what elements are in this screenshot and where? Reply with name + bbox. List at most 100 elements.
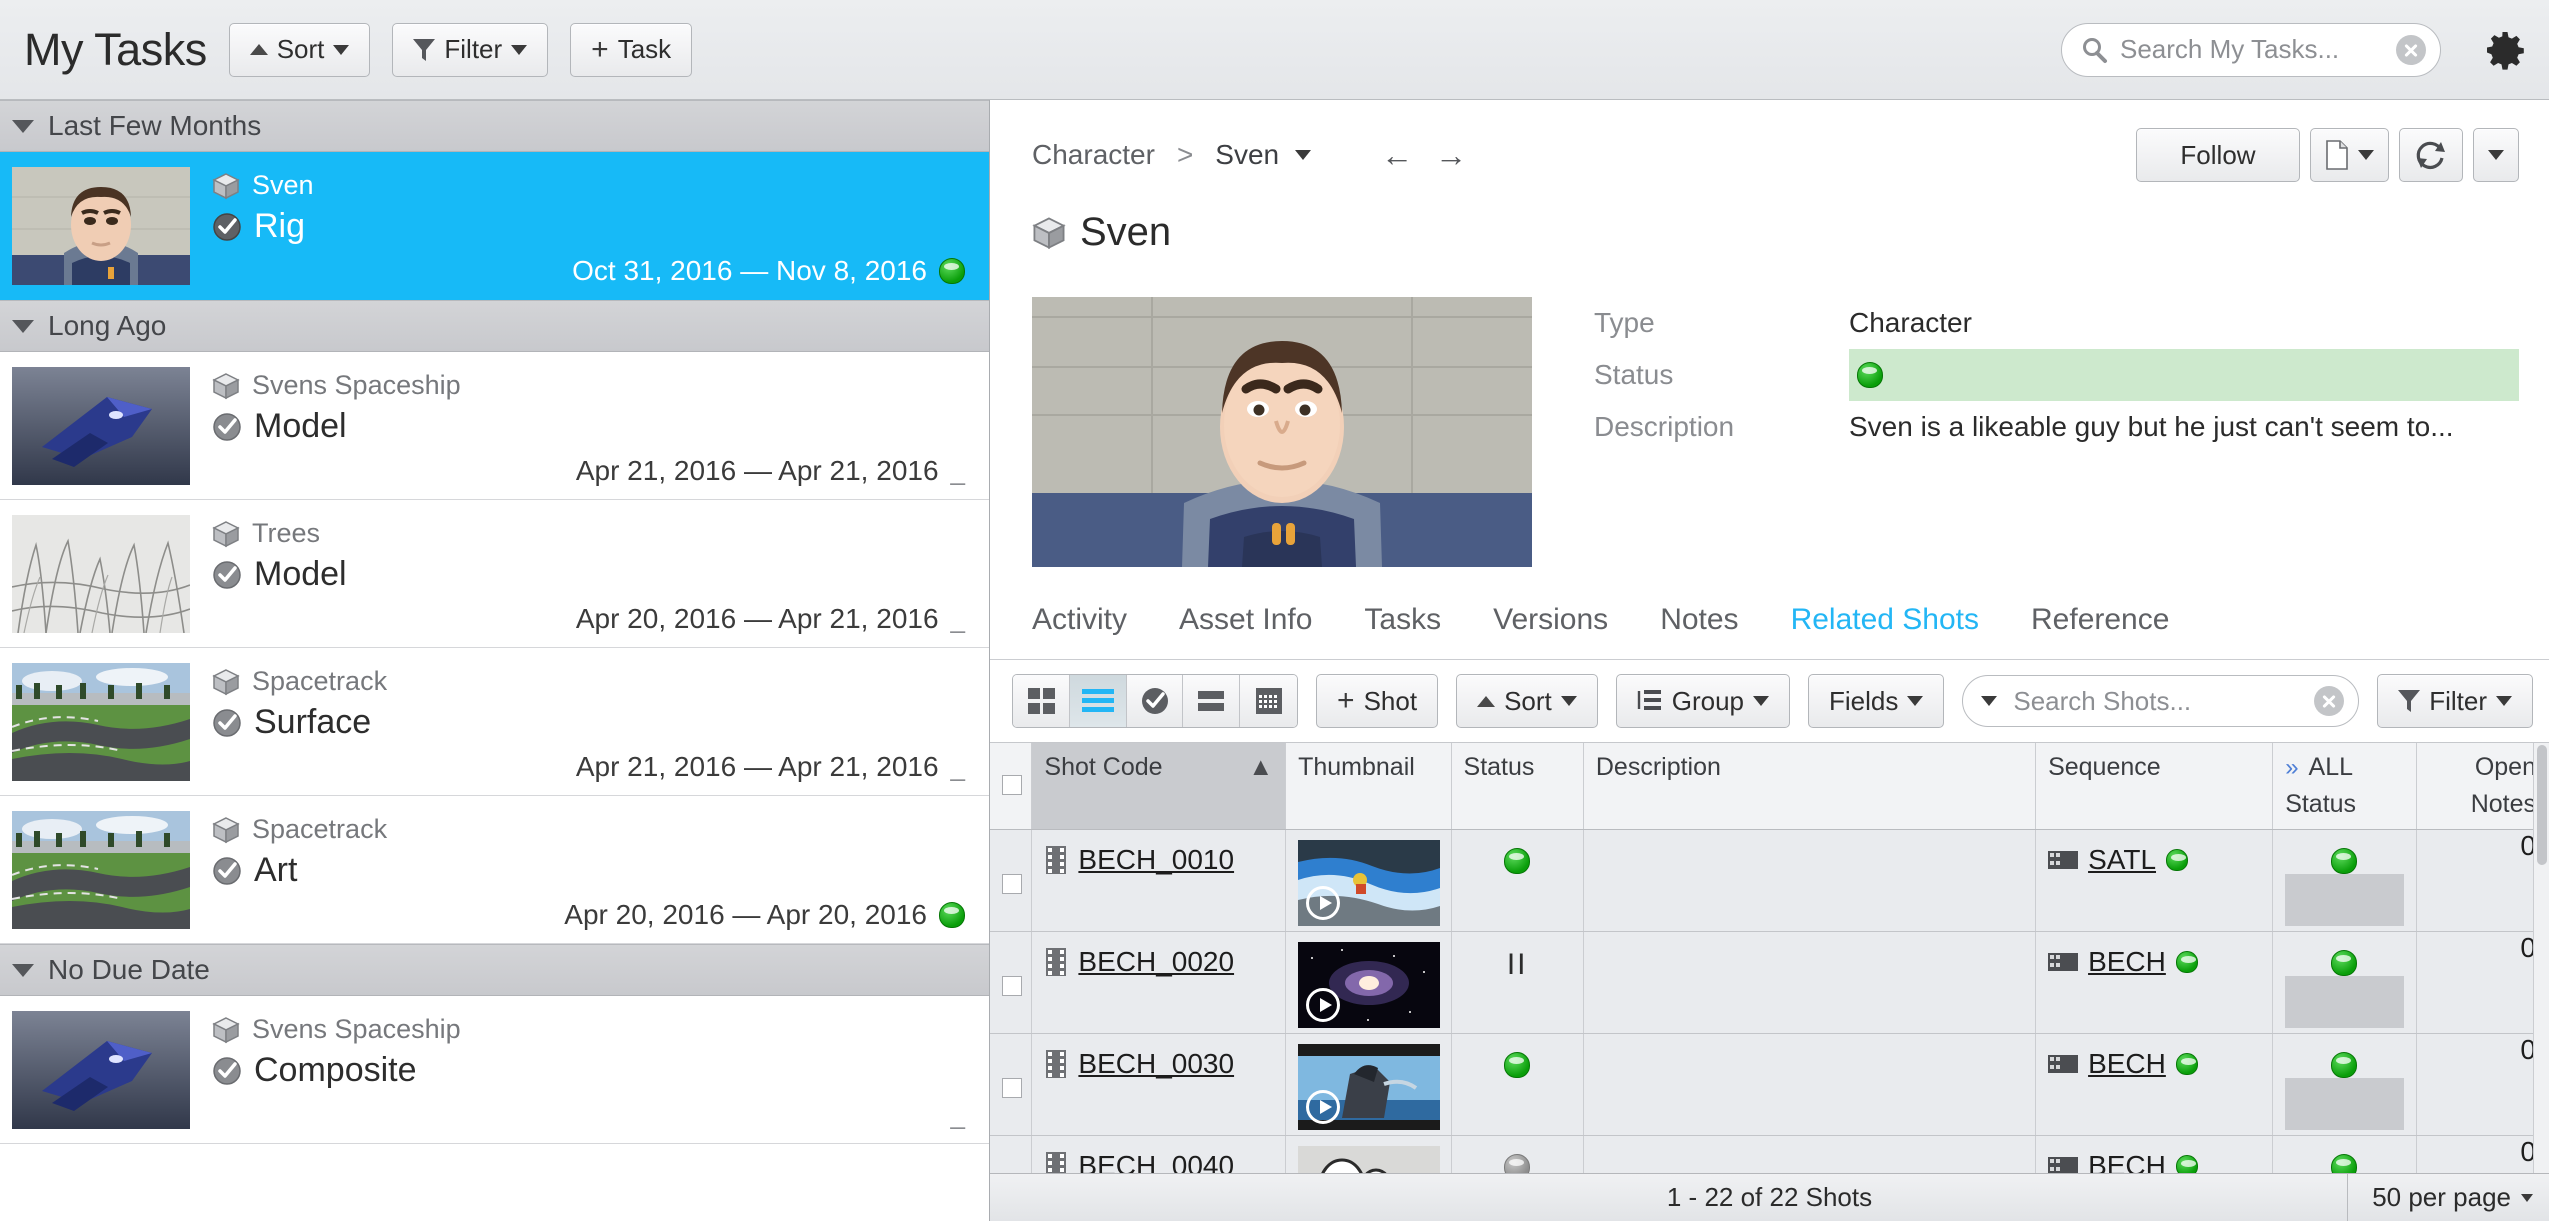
task-group-header-long-ago[interactable]: Long Ago xyxy=(0,300,989,352)
tab-activity[interactable]: Activity xyxy=(1032,603,1153,659)
follow-button[interactable]: Follow xyxy=(2136,128,2300,182)
expand-chevrons-icon[interactable]: » xyxy=(2285,754,2298,781)
task-row[interactable]: Spacetrack Surface Apr 21, 2016 — Apr 21… xyxy=(0,648,989,796)
shot-code-link[interactable]: BECH_0020 xyxy=(1078,946,1234,978)
task-entity-name[interactable]: Trees xyxy=(252,518,320,549)
column-header-all-status[interactable]: » ALL Status xyxy=(2272,743,2417,830)
task-row[interactable]: Sven Rig Oct 31, 2016 — Nov 8, 2016 xyxy=(0,152,989,300)
gear-icon[interactable] xyxy=(2485,30,2525,70)
table-row[interactable]: BECH_0030 BECH 0 xyxy=(990,1033,2549,1136)
task-entity-name[interactable]: Svens Spaceship xyxy=(252,370,461,401)
row-select-cell[interactable] xyxy=(990,829,1033,932)
search-shots-field[interactable]: Search Shots... xyxy=(1962,675,2360,727)
search-input[interactable]: Search My Tasks... xyxy=(2120,34,2384,65)
filter-button[interactable]: Filter xyxy=(392,22,549,77)
task-name[interactable]: Art xyxy=(254,851,297,890)
next-record-arrow-icon[interactable]: → xyxy=(1435,139,1467,171)
breadcrumb-root[interactable]: Character xyxy=(1032,139,1155,171)
task-row[interactable]: Trees Model Apr 20, 2016 — Apr 21, 2016 … xyxy=(0,500,989,648)
cell-open-notes[interactable]: 0 xyxy=(2416,931,2549,1034)
shot-thumbnail[interactable] xyxy=(1298,942,1441,1028)
sort-button[interactable]: Sort xyxy=(228,22,371,77)
table-row[interactable]: BECH_0020 II BECH 0 xyxy=(990,931,2549,1034)
add-task-button[interactable]: + Task xyxy=(570,22,693,77)
task-row[interactable]: Svens Spaceship Model Apr 21, 2016 — Apr… xyxy=(0,352,989,500)
clear-search-icon[interactable] xyxy=(2396,34,2426,65)
task-name[interactable]: Rig xyxy=(254,207,305,246)
shot-code-link[interactable]: BECH_0010 xyxy=(1078,844,1234,876)
cell-all-status[interactable] xyxy=(2272,931,2417,1034)
more-actions-button[interactable] xyxy=(2473,128,2519,182)
shot-thumbnail[interactable] xyxy=(1298,1044,1441,1130)
select-all-checkbox[interactable] xyxy=(1002,775,1022,795)
column-header-sequence[interactable]: Sequence xyxy=(2035,743,2274,830)
search-shots-input[interactable]: Search Shots... xyxy=(2013,686,2302,717)
detail-view-icon[interactable] xyxy=(1183,675,1241,727)
task-view-icon[interactable] xyxy=(1126,675,1184,727)
play-button-icon[interactable] xyxy=(1306,988,1341,1022)
tab-related-shots[interactable]: Related Shots xyxy=(1765,603,2005,659)
entity-thumbnail[interactable] xyxy=(1032,297,1532,567)
task-row[interactable]: Svens Spaceship Composite _ xyxy=(0,996,989,1144)
tab-tasks[interactable]: Tasks xyxy=(1338,603,1467,659)
chevron-down-icon[interactable] xyxy=(1981,696,1998,706)
tab-versions[interactable]: Versions xyxy=(1467,603,1634,659)
sequence-link[interactable]: SATL xyxy=(2088,844,2156,876)
column-header-thumbnail[interactable]: Thumbnail xyxy=(1285,743,1452,830)
column-header-description[interactable]: Description xyxy=(1583,743,2037,830)
per-page-selector[interactable]: 50 per page xyxy=(2347,1174,2533,1221)
cell-sequence[interactable]: BECH xyxy=(2035,931,2274,1034)
table-row[interactable]: BECH_0010 SATL 0 xyxy=(990,829,2549,932)
sequence-link[interactable]: BECH xyxy=(2088,946,2166,978)
search-my-tasks-field[interactable]: Search My Tasks... xyxy=(2061,22,2441,77)
task-entity-name[interactable]: Svens Spaceship xyxy=(252,1014,461,1045)
cell-description[interactable] xyxy=(1583,931,2037,1034)
breadcrumb-current[interactable]: Sven xyxy=(1215,139,1279,171)
cell-status[interactable] xyxy=(1451,829,1584,932)
task-entity-name[interactable]: Sven xyxy=(252,170,314,201)
shot-code-link[interactable]: BECH_0030 xyxy=(1078,1048,1234,1080)
row-select-cell[interactable] xyxy=(990,1033,1033,1136)
task-entity-name[interactable]: Spacetrack xyxy=(252,666,387,697)
shot-thumbnail[interactable] xyxy=(1298,840,1441,926)
cell-all-status[interactable] xyxy=(2272,1033,2417,1136)
field-value-description[interactable]: Sven is a likeable guy but he just can't… xyxy=(1849,411,2519,443)
cell-thumbnail[interactable] xyxy=(1285,931,1452,1034)
select-all-header[interactable] xyxy=(990,743,1033,830)
cell-status[interactable]: II xyxy=(1451,931,1584,1034)
cell-shot-code[interactable]: BECH_0020 xyxy=(1031,931,1287,1034)
shots-sort-button[interactable]: Sort xyxy=(1456,674,1598,728)
shots-group-button[interactable]: Group xyxy=(1615,674,1791,728)
column-header-open-notes[interactable]: Open Notes xyxy=(2416,743,2549,830)
add-shot-button[interactable]: + Shot xyxy=(1316,674,1439,728)
row-checkbox[interactable] xyxy=(1002,976,1022,996)
row-select-cell[interactable] xyxy=(990,931,1033,1034)
tab-reference[interactable]: Reference xyxy=(2005,603,2195,659)
task-name[interactable]: Composite xyxy=(254,1051,417,1090)
cell-status[interactable] xyxy=(1451,1033,1584,1136)
cell-sequence[interactable]: BECH xyxy=(2035,1033,2274,1136)
task-name[interactable]: Model xyxy=(254,407,347,446)
cell-description[interactable] xyxy=(1583,829,2037,932)
refresh-button[interactable] xyxy=(2399,128,2463,182)
previous-record-arrow-icon[interactable]: ← xyxy=(1381,139,1413,171)
cell-sequence[interactable]: SATL xyxy=(2035,829,2274,932)
play-button-icon[interactable] xyxy=(1306,1090,1341,1124)
tab-asset-info[interactable]: Asset Info xyxy=(1153,603,1338,659)
cell-open-notes[interactable]: 0 xyxy=(2416,1033,2549,1136)
clear-search-icon[interactable] xyxy=(2314,686,2345,716)
row-checkbox[interactable] xyxy=(1002,1078,1022,1098)
shots-filter-button[interactable]: Filter xyxy=(2377,674,2533,728)
scrollbar-thumb[interactable] xyxy=(2537,745,2547,865)
cell-open-notes[interactable]: 0 xyxy=(2416,829,2549,932)
task-group-header-no-due-date[interactable]: No Due Date xyxy=(0,944,989,996)
sequence-link[interactable]: BECH xyxy=(2088,1048,2166,1080)
cell-shot-code[interactable]: BECH_0010 xyxy=(1031,829,1287,932)
list-view-icon[interactable] xyxy=(1069,675,1127,727)
thumbnail-grid-view-icon[interactable] xyxy=(1013,675,1070,727)
field-value-status[interactable] xyxy=(1849,349,2519,401)
tab-notes[interactable]: Notes xyxy=(1634,603,1764,659)
cell-thumbnail[interactable] xyxy=(1285,829,1452,932)
cell-shot-code[interactable]: BECH_0030 xyxy=(1031,1033,1287,1136)
column-header-shot-code[interactable]: Shot Code ▲ xyxy=(1031,743,1287,830)
